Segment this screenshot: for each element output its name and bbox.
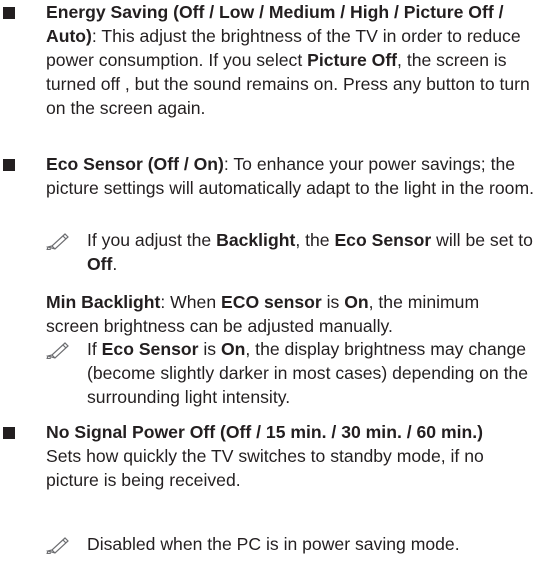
min-backlight-bold-eco-sensor: ECO sensor xyxy=(221,292,322,312)
eco-sensor-note-2-text: If Eco Sensor is On, the display brightn… xyxy=(87,337,537,409)
energy-saving-desc-bold: Picture Off xyxy=(307,50,398,70)
min-backlight-label: Min Backlight xyxy=(46,292,161,312)
energy-saving-text: Energy Saving (Off / Low / Medium / High… xyxy=(46,2,530,118)
square-bullet-icon xyxy=(3,159,15,171)
pencil-note-icon xyxy=(46,233,69,250)
square-bullet-icon xyxy=(3,7,15,19)
eco-sensor-note-text: If you adjust the Backlight, the Eco Sen… xyxy=(87,228,537,276)
min-backlight-bold-on: On xyxy=(344,292,369,312)
note-text-2: , the xyxy=(295,230,335,250)
square-bullet-icon xyxy=(3,427,15,439)
min-backlight-text-1: : When xyxy=(160,292,221,312)
note-bold-eco-sensor: Eco Sensor xyxy=(334,230,432,250)
note-bold-off: Off xyxy=(87,254,113,274)
eco-sensor-title: Eco Sensor (Off / On) xyxy=(46,154,224,174)
note2-text-1: If xyxy=(87,339,102,359)
note2-bold-on: On xyxy=(220,339,246,359)
min-backlight-text: Min Backlight: When ECO sensor is On, th… xyxy=(46,290,536,338)
min-backlight-text-2: is xyxy=(321,292,345,312)
note-bold-backlight: Backlight xyxy=(216,230,296,250)
no-signal-note-text: Disabled when the PC is in power saving … xyxy=(87,534,460,554)
pencil-note-icon xyxy=(46,537,69,554)
eco-sensor-text: Eco Sensor (Off / On): To enhance your p… xyxy=(46,154,534,198)
note-text-4: . xyxy=(112,254,118,274)
no-signal-desc: Sets how quickly the TV switches to stan… xyxy=(46,446,484,490)
no-signal-text: No Signal Power Off (Off / 15 min. / 30 … xyxy=(46,420,536,492)
note-text-3: will be set to xyxy=(431,230,533,250)
no-signal-title: No Signal Power Off (Off / 15 min. / 30 … xyxy=(46,422,483,442)
manual-page: Energy Saving (Off / Low / Medium / High… xyxy=(0,0,539,563)
note2-bold-eco-sensor: Eco Sensor xyxy=(101,339,199,359)
note2-text-2: is xyxy=(198,339,221,359)
pencil-note-icon xyxy=(46,342,69,359)
note-text-1: If you adjust the xyxy=(87,230,217,250)
